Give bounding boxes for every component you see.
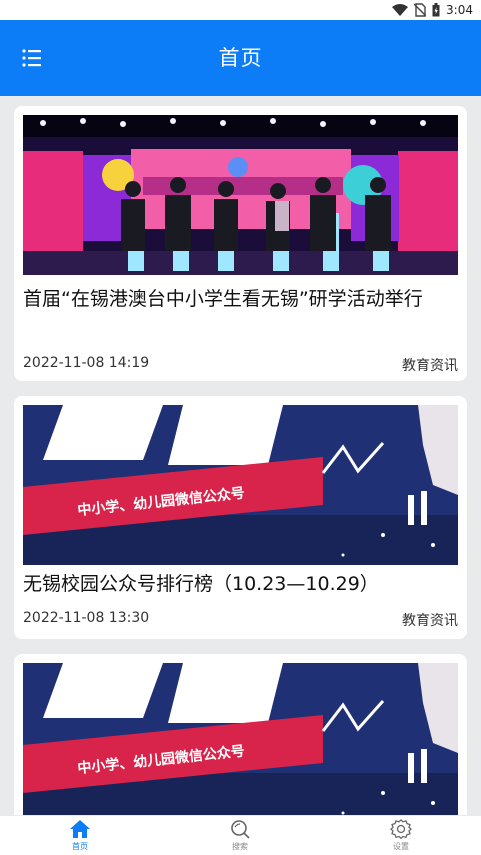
article-feed[interactable]: 首届“在锡港澳台中小学生看无锡”研学活动举行 2022-11-08 14:19 … (0, 96, 481, 815)
ranking-banner: 中小学、幼儿园微信公众号 (23, 663, 458, 815)
no-sim-icon (414, 3, 427, 17)
article-thumbnail: 中小学、幼儿园微信公众号 (23, 405, 458, 565)
ceremony-photo (23, 115, 458, 275)
app-bar: 首页 (0, 20, 481, 96)
article-thumbnail: 中小学、幼儿园微信公众号 (23, 663, 458, 815)
tab-search[interactable]: 搜索 (210, 819, 270, 852)
article-date: 2022-11-08 14:19 (23, 355, 150, 371)
tab-settings[interactable]: 设置 (371, 819, 431, 852)
article-card[interactable]: 首届“在锡港澳台中小学生看无锡”研学活动举行 2022-11-08 14:19 … (14, 106, 467, 381)
search-icon (231, 820, 250, 839)
article-card[interactable]: 中小学、幼儿园微信公众号 (14, 654, 467, 815)
article-date: 2022-11-08 13:30 (23, 610, 150, 626)
status-icons: 3:04 (392, 2, 473, 18)
article-thumbnail (23, 115, 458, 275)
tab-home[interactable]: 首页 (50, 819, 110, 852)
clock: 3:04 (446, 3, 473, 17)
page-title: 首页 (218, 46, 263, 70)
bottom-tab-bar: 首页 搜索 设置 (0, 815, 481, 855)
article-category: 教育资讯 (402, 613, 458, 629)
article-title[interactable]: 无锡校园公众号排行榜（10.23—10.29） (23, 569, 458, 600)
wifi-icon (392, 4, 409, 16)
home-icon (70, 820, 90, 838)
article-card[interactable]: 中小学、幼儿园微信公众号 无锡校园公众号排行榜（10.23—10.29） 202… (14, 396, 467, 639)
settings-gear-icon (390, 819, 412, 839)
tab-label: 首页 (72, 842, 88, 851)
tab-label: 设置 (393, 842, 409, 851)
ranking-banner: 中小学、幼儿园微信公众号 (23, 405, 458, 565)
article-category: 教育资讯 (402, 358, 458, 374)
article-title[interactable]: 首届“在锡港澳台中小学生看无锡”研学活动举行 (23, 284, 458, 346)
tab-label: 搜索 (232, 842, 248, 851)
battery-icon (432, 3, 440, 17)
status-bar: 3:04 (0, 0, 481, 20)
